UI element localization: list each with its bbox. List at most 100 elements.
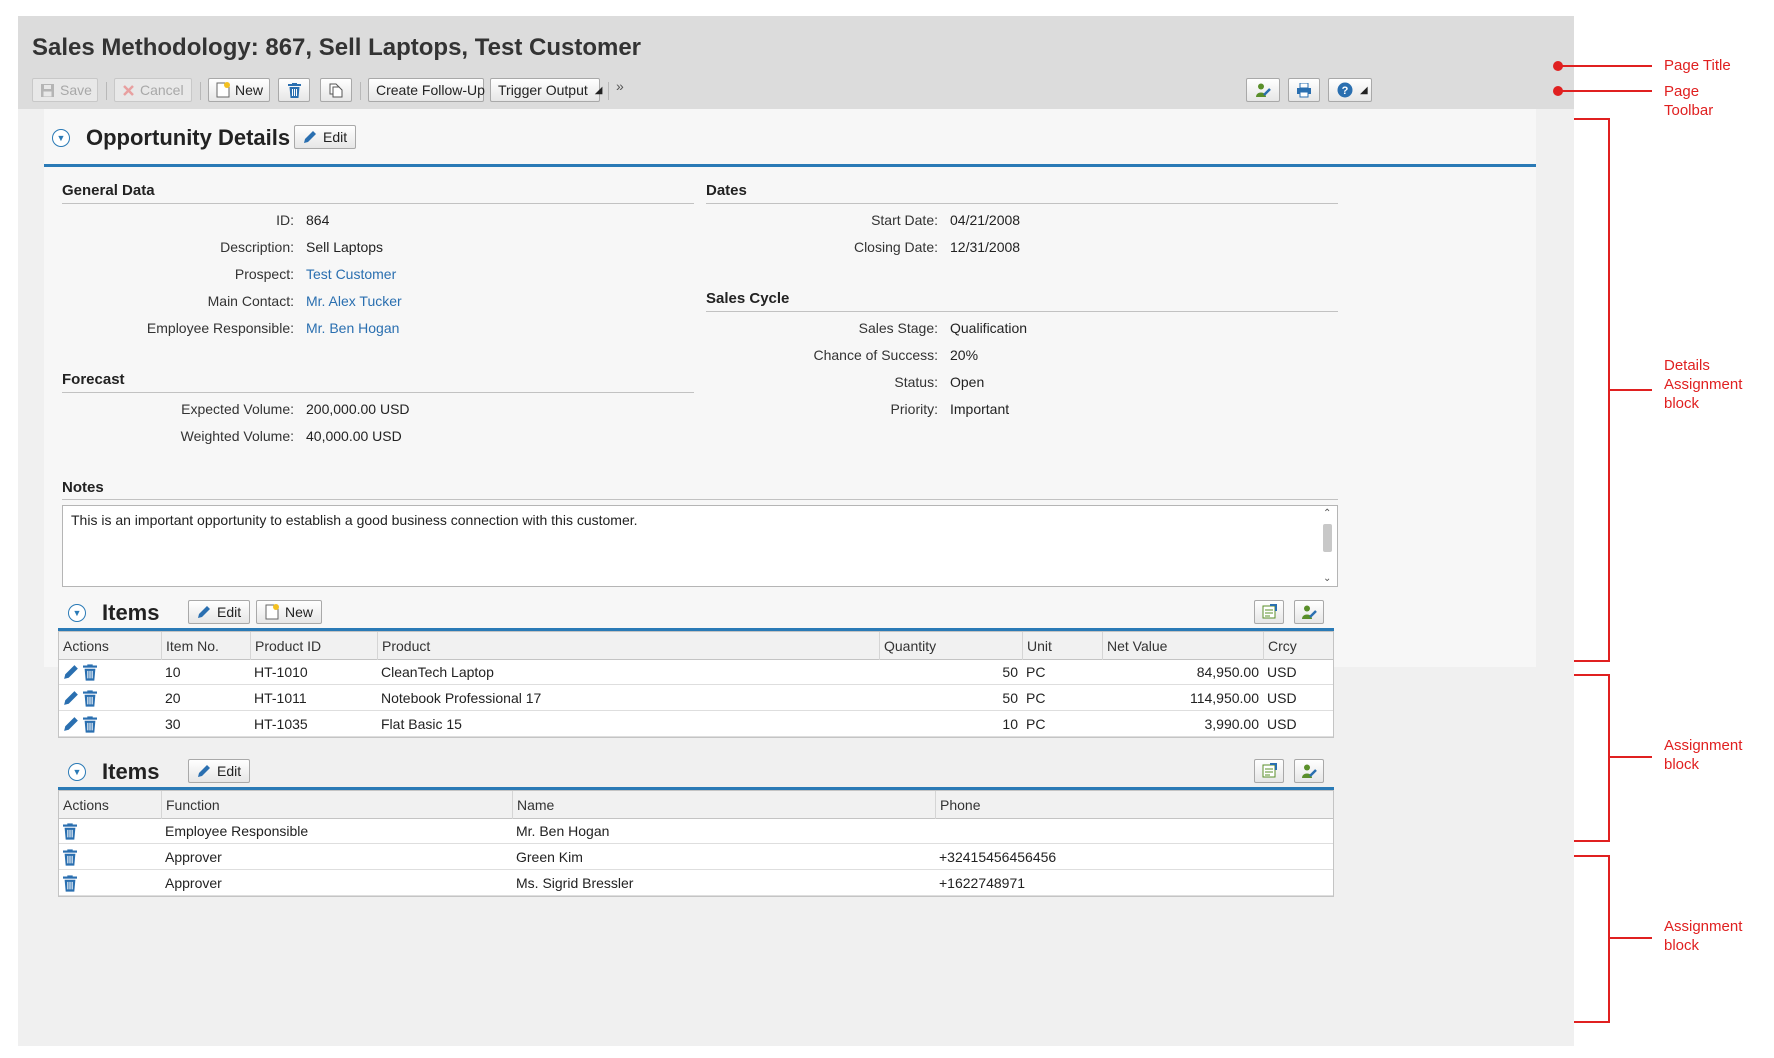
annotation-line: [1610, 937, 1652, 939]
create-follow-up-button[interactable]: Create Follow-Up: [368, 78, 485, 102]
item-no-link[interactable]: 10: [165, 660, 181, 685]
scroll-thumb[interactable]: [1323, 524, 1332, 552]
item-no-link[interactable]: 20: [165, 686, 181, 711]
column-header[interactable]: Crcy: [1263, 632, 1333, 660]
details-bracket: [1574, 118, 1610, 662]
column-header[interactable]: Product: [377, 632, 879, 660]
assignment-bracket-2: [1574, 855, 1610, 1023]
product-link[interactable]: Flat Basic 15: [381, 712, 462, 737]
help-button[interactable]: ? ◢: [1328, 78, 1372, 102]
edit-pencil-icon[interactable]: [63, 716, 79, 734]
annotation-line-1: Details: [1664, 357, 1710, 374]
general-data-title: General Data: [62, 182, 155, 199]
cancel-button[interactable]: Cancel: [114, 78, 192, 102]
annotation-line: [1560, 90, 1652, 92]
annotation-page-title: Page Title: [1664, 57, 1731, 74]
copy-icon: [329, 83, 343, 98]
toolbar-overflow-button[interactable]: »: [616, 78, 624, 94]
collapse-icon[interactable]: ▼: [52, 129, 70, 147]
trigger-output-button[interactable]: Trigger Output ◢: [490, 78, 602, 102]
edit-pencil-icon[interactable]: [63, 664, 79, 682]
column-header[interactable]: Quantity: [879, 632, 1022, 660]
parties-table: Actions Function Name Phone Employee Res…: [58, 790, 1334, 897]
unit-cell: PC: [1026, 716, 1046, 732]
product-link[interactable]: Notebook Professional 17: [381, 686, 541, 711]
employee-responsible-link[interactable]: Mr. Ben Hogan: [306, 320, 399, 336]
delete-icon[interactable]: [63, 823, 77, 841]
column-header[interactable]: Net Value: [1102, 632, 1263, 660]
parties-block-title: Items: [102, 759, 160, 784]
items-table: Actions Item No. Product ID Product Quan…: [58, 631, 1334, 738]
personalize-button[interactable]: [1246, 78, 1280, 102]
delete-icon[interactable]: [83, 690, 97, 708]
expected-volume-label: Expected Volume:: [181, 401, 294, 417]
delete-icon: [287, 82, 301, 98]
weighted-volume-label: Weighted Volume:: [180, 428, 294, 444]
page-title: Sales Methodology: 867, Sell Laptops, Te…: [32, 34, 642, 61]
prospect-link[interactable]: Test Customer: [306, 266, 396, 282]
description-value: Sell Laptops: [306, 239, 384, 255]
status-label: Status:: [894, 374, 938, 390]
collapse-icon[interactable]: ▼: [68, 763, 86, 781]
items-edit-button[interactable]: Edit: [188, 600, 251, 624]
delete-icon[interactable]: [83, 664, 97, 682]
column-header[interactable]: Product ID: [250, 632, 377, 660]
items-personalize-button[interactable]: [1294, 600, 1324, 624]
main-contact-link[interactable]: Mr. Alex Tucker: [306, 293, 402, 309]
annotation-line: [1610, 756, 1652, 758]
copy-button[interactable]: [320, 78, 352, 102]
annotation-assignment-block-2: Assignment block: [1664, 917, 1742, 955]
scroll-down-icon[interactable]: ⌄: [1323, 573, 1331, 584]
start-date-label: Start Date:: [871, 212, 938, 228]
collapse-icon[interactable]: ▼: [68, 604, 86, 622]
item-no-link[interactable]: 30: [165, 712, 181, 737]
column-header[interactable]: Phone: [935, 791, 1333, 819]
table-row: 20 HT-1011 Notebook Professional 17 50 PC 114…: [59, 686, 1333, 711]
column-header[interactable]: Name: [512, 791, 935, 819]
export-icon: [1261, 604, 1277, 620]
print-button[interactable]: [1288, 78, 1320, 102]
unit-cell: PC: [1026, 664, 1046, 680]
details-block-title: Opportunity Details: [86, 125, 291, 150]
new-button[interactable]: New: [208, 78, 270, 102]
annotation-line-2: block: [1664, 756, 1700, 773]
toolbar-separator: [106, 82, 107, 100]
column-header[interactable]: Item No.: [161, 632, 250, 660]
items-new-button[interactable]: New: [256, 600, 323, 624]
name-link[interactable]: Green Kim: [516, 845, 583, 870]
save-button[interactable]: Save: [32, 78, 98, 102]
table-row: Approver Ms. Sigrid Bressler +1622748971: [59, 871, 1333, 896]
quantity-cell: 10: [1002, 716, 1018, 732]
scroll-up-icon[interactable]: ⌃: [1323, 508, 1331, 519]
cancel-icon: [122, 84, 135, 97]
column-header[interactable]: Function: [161, 791, 512, 819]
annotation-line-3: block: [1664, 395, 1700, 412]
phone-cell: +32415456456456: [939, 849, 1057, 865]
currency-cell: USD: [1267, 716, 1297, 732]
notes-scrollbar[interactable]: ⌃ ⌄: [1319, 506, 1337, 586]
edit-pencil-icon: [197, 605, 211, 619]
delete-icon[interactable]: [63, 849, 77, 867]
parties-personalize-button[interactable]: [1294, 759, 1324, 783]
sales-cycle-title: Sales Cycle: [706, 290, 790, 307]
parties-edit-button[interactable]: Edit: [188, 759, 251, 783]
parties-export-button[interactable]: [1254, 759, 1284, 783]
delete-icon[interactable]: [83, 716, 97, 734]
delete-icon[interactable]: [63, 875, 77, 893]
annotation-line-2: Toolbar: [1664, 102, 1714, 119]
notes-textarea[interactable]: This is an important opportunity to esta…: [62, 505, 1338, 587]
save-label: Save: [60, 82, 92, 98]
product-link[interactable]: CleanTech Laptop: [381, 660, 494, 685]
name-link[interactable]: Ms. Sigrid Bressler: [516, 871, 633, 896]
personalize-icon: [1255, 82, 1271, 98]
expected-volume-value: 200,000.00 USD: [306, 401, 410, 417]
details-edit-button[interactable]: Edit: [294, 125, 357, 149]
name-link[interactable]: Mr. Ben Hogan: [516, 819, 609, 844]
edit-pencil-icon[interactable]: [63, 690, 79, 708]
priority-value: Important: [950, 401, 1010, 417]
table-row: Employee Responsible Mr. Ben Hogan: [59, 819, 1333, 844]
delete-button[interactable]: [278, 78, 310, 102]
items-table-header: Actions Item No. Product ID Product Quan…: [59, 632, 1333, 660]
items-export-button[interactable]: [1254, 600, 1284, 624]
column-header[interactable]: Unit: [1022, 632, 1102, 660]
